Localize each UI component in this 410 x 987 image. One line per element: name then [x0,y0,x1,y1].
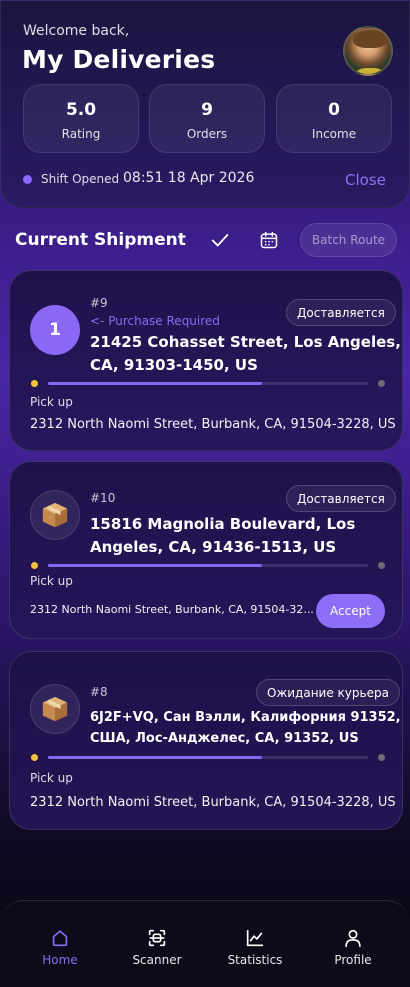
stat-income: 0 Income [276,84,392,153]
avatar[interactable] [343,26,393,76]
route-progress-fill [48,382,263,385]
welcome-text: Welcome back, [23,23,130,39]
pickup-dot [31,754,38,761]
route-progress-fill [48,564,263,567]
stat-rating: 5.0 Rating [23,84,139,153]
home-icon [52,930,68,947]
profile-icon [345,929,361,948]
route-progress-fill [48,756,263,759]
shipment-card[interactable]: #10 Доставляется 15816 Magnolia Boulevar… [9,461,403,639]
shipment-card[interactable]: 1 #9 <- Purchase Required Доставляется 2… [9,270,403,451]
shift-time: 08:51 18 Apr 2026 [123,170,255,186]
pickup-dot [31,562,38,569]
section-title: Current Shipment [15,230,186,250]
delivery-address-line: Angeles, CA, 91436-1513, US [90,538,337,556]
calendar-icon[interactable] [259,230,279,250]
header-card: Welcome back, My Deliveries 5.0 Rating 9… [0,0,410,208]
shipment-number-badge: 1 [30,305,80,355]
delivery-address: 15816 Magnolia Boulevard, Los Angeles, C… [90,513,355,559]
order-id: #8 [90,685,108,699]
order-id: #10 [90,491,116,505]
stat-label: Rating [61,127,101,141]
stat-label: Income [311,127,357,141]
route-progress-bar [48,564,368,567]
delivery-address-line: 6J2F+VQ, Сан Вэлли, Калифорния 91352, [90,710,401,725]
route-progress-bar [48,382,368,385]
delivery-address-line: США, Лос-Анджелес, CA, 91352, US [90,731,359,746]
nav-item-scanner[interactable]: Scanner [117,927,197,967]
scanner-icon [148,929,166,947]
pickup-address: 2312 North Naomi Street, Burbank, CA, 91… [30,795,396,810]
pickup-dot [31,380,38,387]
nav-label: Home [42,953,78,967]
stat-orders: 9 Orders [149,84,265,153]
package-icon [30,490,80,540]
shift-status-label: Shift Opened [41,172,120,186]
nav-item-profile[interactable]: Profile [313,927,393,967]
destination-dot [378,562,385,569]
nav-label: Statistics [227,953,283,967]
accept-button[interactable]: Accept [316,594,385,628]
pickup-label: Pick up [30,574,73,588]
nav-item-home[interactable]: Home [20,927,100,967]
stat-label: Orders [186,127,228,141]
nav-label: Scanner [132,953,182,967]
close-shift-button[interactable]: Close [345,171,386,189]
pickup-address: 2312 North Naomi Street, Burbank, CA, 91… [30,603,314,616]
stat-value: 9 [201,100,213,120]
order-id: #9 [90,296,108,310]
delivery-address: 21425 Cohasset Street, Los Angeles, CA, … [90,331,401,377]
check-icon[interactable] [209,229,231,251]
bottom-nav: Home Scanner Statistics Profile [0,900,410,987]
delivery-address-line: 21425 Cohasset Street, Los Angeles, [90,333,401,351]
pickup-address: 2312 North Naomi Street, Burbank, CA, 91… [30,417,396,432]
delivery-address: 6J2F+VQ, Сан Вэлли, Калифорния 91352, СШ… [90,707,401,749]
page-title: My Deliveries [22,45,216,74]
shift-status-dot [23,175,32,184]
destination-dot [378,380,385,387]
delivery-address-line: CA, 91303-1450, US [90,356,258,374]
pickup-label: Pick up [30,395,73,409]
delivery-address-line: 15816 Magnolia Boulevard, Los [90,515,356,533]
status-badge: Доставляется [286,485,396,512]
statistics-icon [246,929,264,947]
package-icon [30,684,80,734]
status-badge: Доставляется [286,299,396,326]
shipment-card[interactable]: #8 Ожидание курьера 6J2F+VQ, Сан Вэлли, … [9,651,403,830]
stat-value: 0 [328,100,340,120]
batch-route-button[interactable]: Batch Route [300,223,397,257]
purchase-required-link[interactable]: <- Purchase Required [90,314,220,328]
route-progress-bar [48,756,368,759]
stat-value: 5.0 [65,100,97,120]
nav-item-statistics[interactable]: Statistics [215,927,295,967]
pickup-label: Pick up [30,771,73,785]
destination-dot [378,754,385,761]
nav-label: Profile [334,953,372,967]
status-badge: Ожидание курьера [256,679,400,706]
